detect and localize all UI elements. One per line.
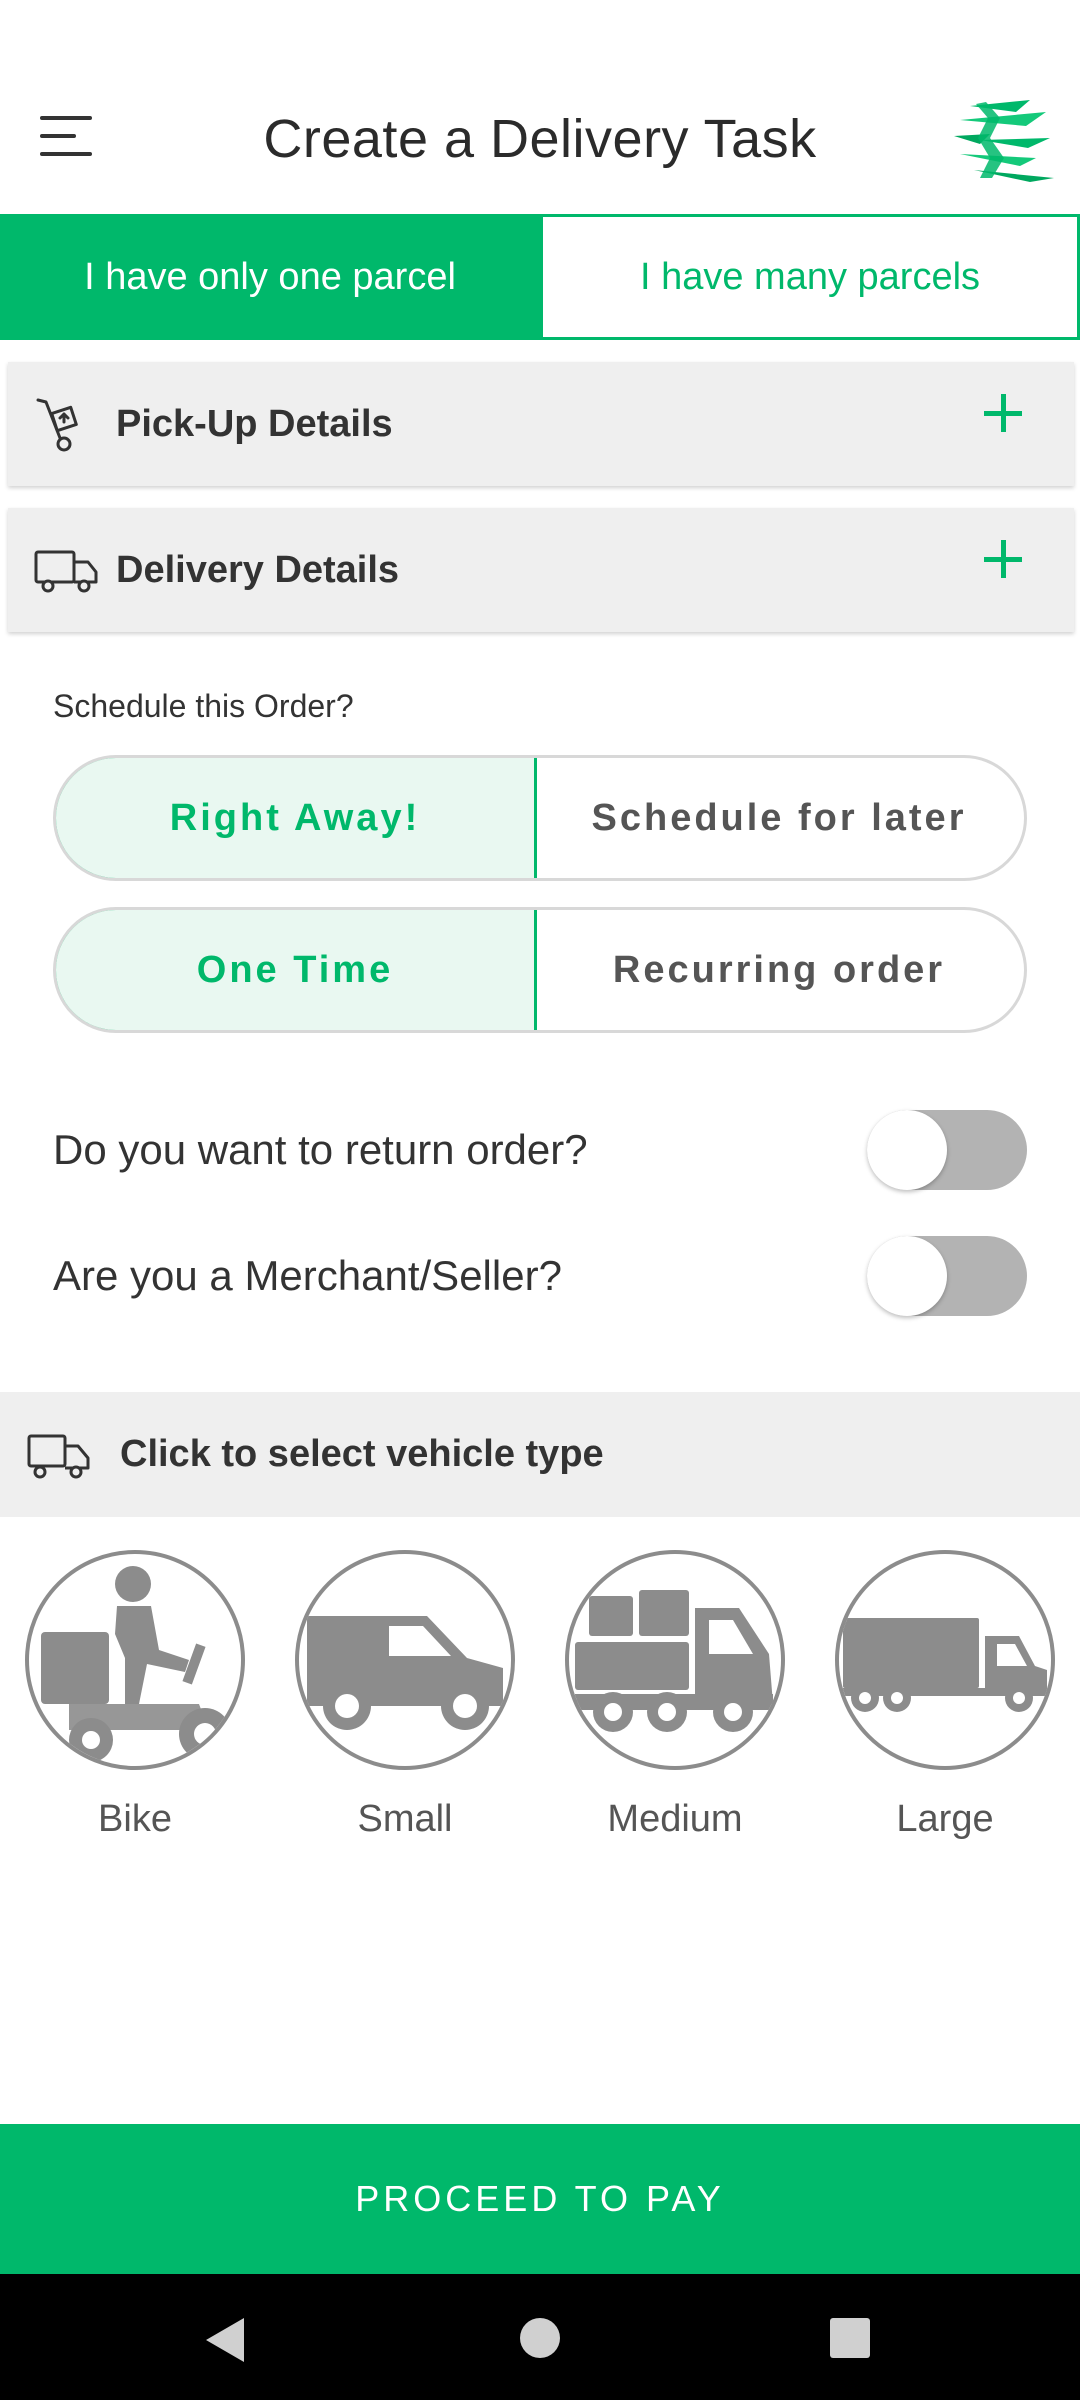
- recurring-order-option[interactable]: Recurring order: [537, 910, 1021, 1030]
- back-icon[interactable]: [206, 2318, 244, 2362]
- system-nav-bar: [0, 2274, 1080, 2400]
- timing-segmented-control: Right Away! Schedule for later: [53, 755, 1027, 881]
- one-time-option[interactable]: One Time: [56, 910, 537, 1030]
- pickup-details-label: Pick-Up Details: [116, 402, 393, 445]
- hand-truck-icon: [36, 398, 78, 452]
- pickup-expand-plus-icon[interactable]: [984, 394, 1022, 432]
- delivery-expand-plus-icon[interactable]: [984, 540, 1022, 578]
- home-icon[interactable]: [520, 2318, 560, 2358]
- merchant-label: Are you a Merchant/Seller?: [53, 1252, 562, 1299]
- merchant-toggle[interactable]: [867, 1236, 1027, 1316]
- return-order-toggle[interactable]: [867, 1110, 1027, 1190]
- toggle-knob: [867, 1236, 947, 1316]
- truck-icon: [27, 1434, 90, 1478]
- page-title: Create a Delivery Task: [263, 109, 817, 169]
- recent-apps-icon[interactable]: [830, 2318, 870, 2358]
- parcel-mode-tabs: I have only one parcel I have many parce…: [0, 214, 1080, 340]
- vehicle-options: Bike Small Medium Large: [0, 1550, 1080, 1850]
- van-icon: [307, 1616, 503, 1730]
- semi-truck-icon: [843, 1618, 1047, 1712]
- frequency-segmented-control: One Time Recurring order: [53, 907, 1027, 1033]
- vehicle-option-large[interactable]: Large: [835, 1550, 1055, 1841]
- vehicle-option-bike[interactable]: Bike: [25, 1550, 245, 1841]
- vehicle-option-medium[interactable]: Medium: [565, 1550, 785, 1841]
- vehicle-label: Medium: [607, 1798, 743, 1840]
- right-away-option[interactable]: Right Away!: [56, 758, 537, 878]
- schedule-later-option[interactable]: Schedule for later: [537, 758, 1021, 878]
- delivery-details-label: Delivery Details: [116, 548, 400, 591]
- tab-one-parcel[interactable]: I have only one parcel: [0, 214, 540, 340]
- return-order-label: Do you want to return order?: [53, 1126, 588, 1173]
- vehicle-label: Small: [357, 1798, 453, 1840]
- bike-courier-icon: [41, 1566, 231, 1762]
- merchant-row: Are you a Merchant/Seller?: [53, 1236, 1027, 1316]
- proceed-to-pay-button[interactable]: PROCEED TO PAY: [0, 2124, 1080, 2274]
- app-bar: Create a Delivery Task: [0, 64, 1080, 214]
- status-bar: [0, 0, 1080, 64]
- delivery-details-section[interactable]: Delivery Details: [8, 508, 1074, 632]
- vehicle-option-small[interactable]: Small: [295, 1550, 515, 1841]
- box-truck-icon: [575, 1590, 773, 1732]
- return-order-row: Do you want to return order?: [53, 1110, 1027, 1190]
- vehicle-label: Large: [896, 1798, 994, 1840]
- vehicle-type-label: Click to select vehicle type: [120, 1433, 604, 1475]
- schedule-label: Schedule this Order?: [53, 688, 354, 724]
- vehicle-type-header[interactable]: Click to select vehicle type: [0, 1392, 1080, 1517]
- delivery-truck-icon: [34, 550, 98, 593]
- pickup-details-section[interactable]: Pick-Up Details: [8, 362, 1074, 486]
- toggle-knob: [867, 1110, 947, 1190]
- app-logo-icon: [950, 98, 1058, 182]
- tab-many-parcels[interactable]: I have many parcels: [540, 214, 1080, 340]
- vehicle-label: Bike: [98, 1798, 172, 1840]
